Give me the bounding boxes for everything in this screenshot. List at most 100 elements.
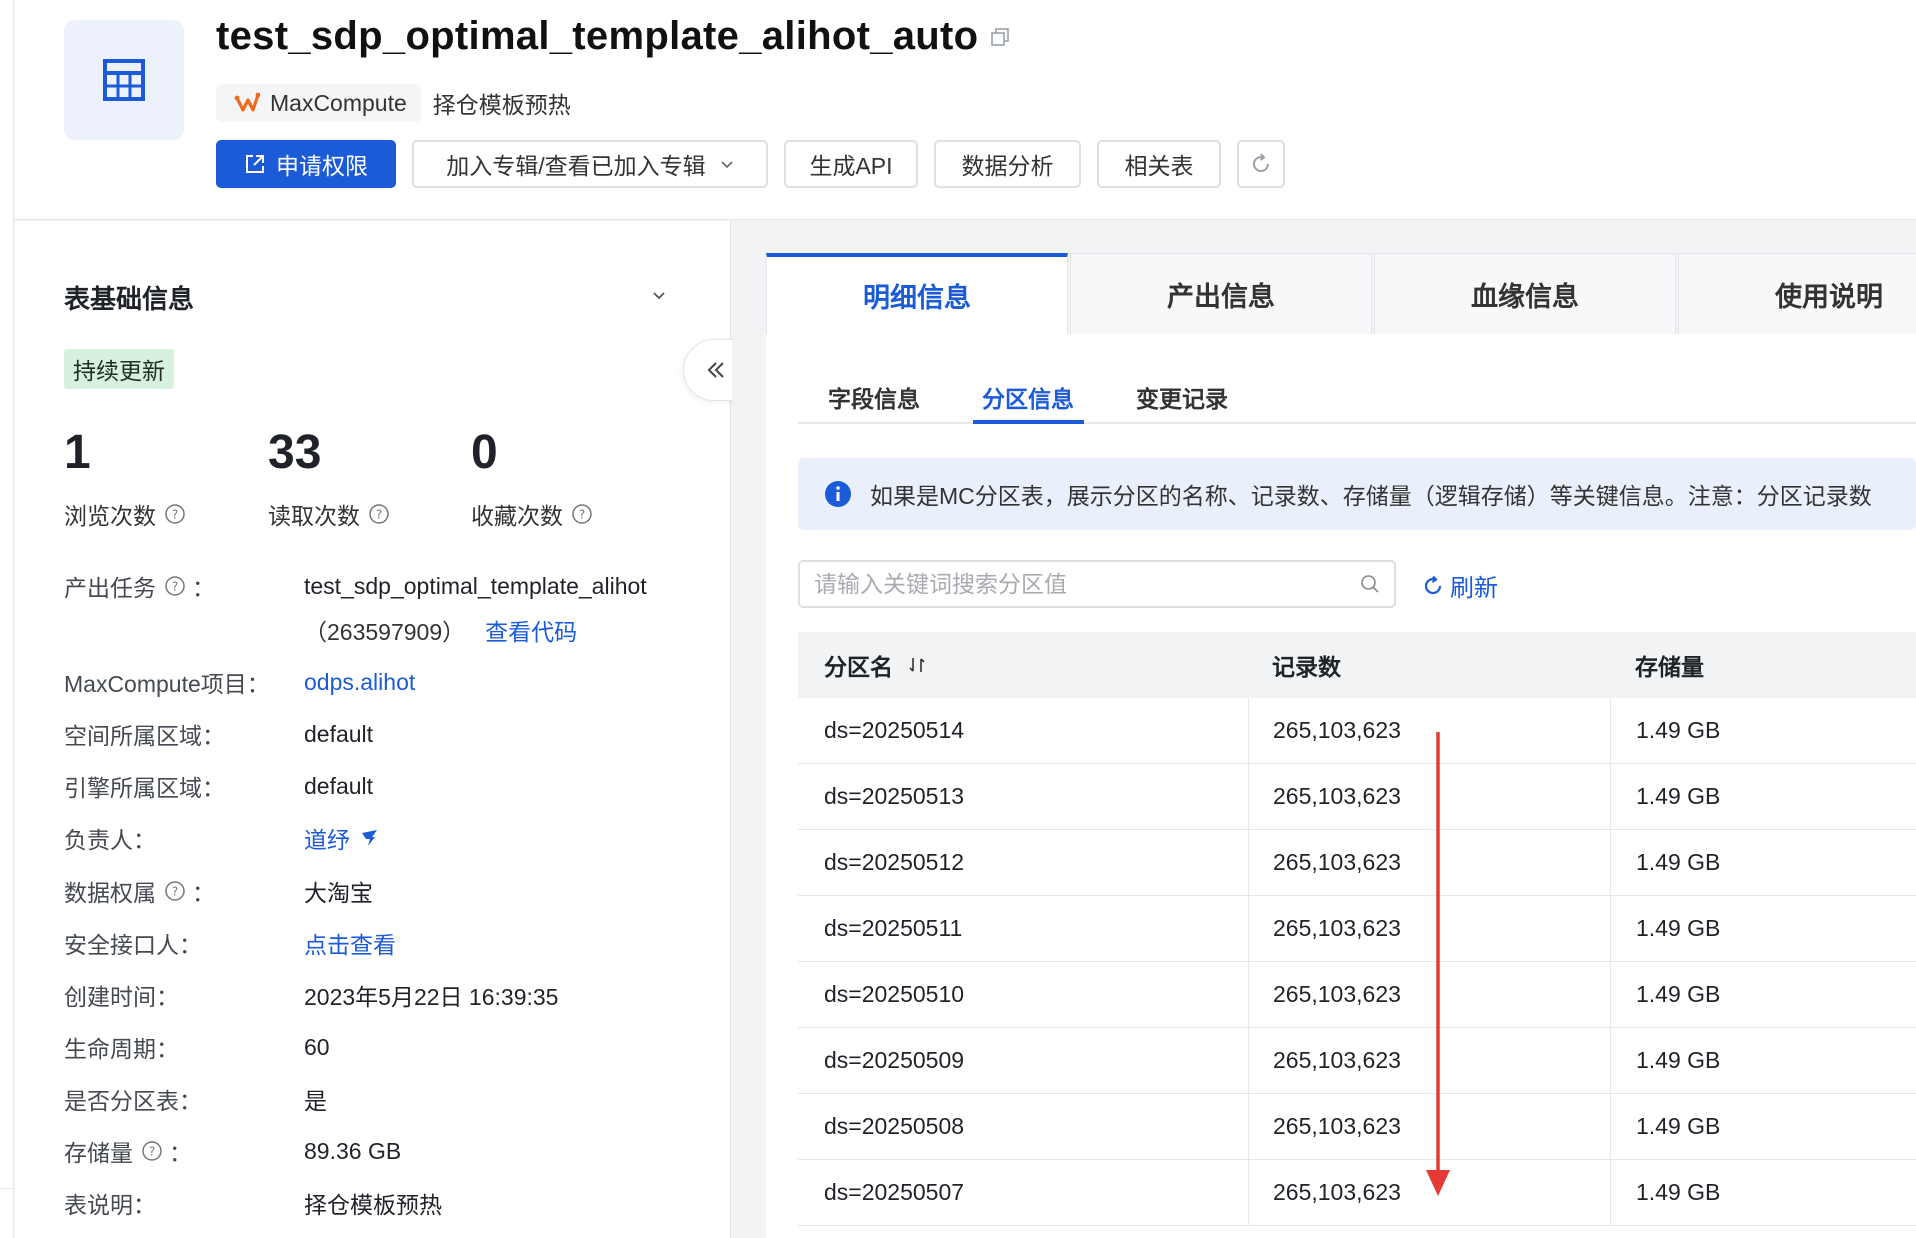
column-header-partition[interactable]: 分区名	[798, 648, 1248, 682]
info-security-contact: 安全接口人： 点击查看	[64, 926, 396, 960]
refresh-label: 刷新	[1450, 575, 1498, 602]
storage-size: 1.49 GB	[1610, 829, 1916, 896]
notice-text: 如果是MC分区表，展示分区的名称、记录数、存储量（逻辑存储）等关键信息。注意：分…	[870, 483, 1872, 509]
sub-tabs: 字段信息 分区信息 变更记录	[798, 334, 1916, 424]
subtab-partitions[interactable]: 分区信息	[952, 372, 1084, 424]
svg-text:?: ?	[172, 580, 178, 594]
info-output-task: 产出任务 ? ： test_sdp_optimal_template_aliho…	[64, 569, 647, 603]
search-icon[interactable]	[1360, 574, 1380, 594]
info-value: default	[304, 772, 374, 799]
storage-size: 1.49 GB	[1610, 1027, 1916, 1094]
info-owner: 负责人： 道纾	[64, 821, 380, 855]
info-icon	[825, 481, 851, 507]
storage-size: 1.49 GB	[1610, 895, 1916, 962]
help-icon[interactable]: ?	[571, 503, 593, 525]
info-description: 表说明： 择仓模板预热	[64, 1186, 442, 1220]
table-row: ds=20250508 265,103,623 1.49 GB	[798, 1093, 1916, 1160]
stat-views: 1 浏览次数 ?	[64, 429, 186, 531]
chevron-down-icon	[721, 161, 733, 169]
engine-label: MaxCompute	[270, 89, 407, 116]
storage-size: 1.49 GB	[1610, 1159, 1916, 1226]
stat-views-value: 1	[64, 426, 91, 479]
maxcompute-logo-icon	[234, 92, 260, 112]
help-icon[interactable]: ?	[164, 503, 186, 525]
column-header-records: 记录数	[1272, 654, 1341, 680]
info-key: 引擎所属区域：	[64, 775, 225, 801]
help-icon[interactable]: ?	[164, 880, 186, 902]
info-key: 负责人：	[64, 827, 156, 853]
refresh-link[interactable]: 刷新	[1422, 568, 1498, 603]
related-tables-label: 相关表	[1124, 153, 1194, 179]
refresh-icon	[1424, 575, 1442, 594]
owner-link[interactable]: 道纾	[304, 821, 350, 855]
partition-name: ds=20250509	[824, 1047, 965, 1073]
partition-name: ds=20250507	[824, 1179, 965, 1205]
table-header: test_sdp_optimal_template_alihot_auto Ma…	[15, 0, 1916, 220]
tab-lineage[interactable]: 血缘信息	[1374, 253, 1676, 335]
info-value: 是	[304, 1088, 327, 1114]
info-key: 数据权属	[64, 880, 156, 906]
data-analysis-button[interactable]: 数据分析	[934, 140, 1081, 188]
main-tabs: 明细信息 产出信息 血缘信息 使用说明	[766, 253, 1916, 335]
table-row: ds=20250511 265,103,623 1.49 GB	[798, 895, 1916, 962]
info-value: 大淘宝	[304, 880, 373, 906]
subtab-fields[interactable]: 字段信息	[798, 372, 928, 422]
subtab-changelog[interactable]: 变更记录	[1106, 372, 1236, 422]
storage-size: 1.49 GB	[1610, 1093, 1916, 1160]
double-chevron-left-icon	[707, 362, 724, 378]
stat-reads-label: 读取次数	[268, 503, 360, 529]
column-header-label: 分区名	[824, 654, 893, 680]
task-id: （263597909）	[304, 619, 466, 645]
help-icon[interactable]: ?	[164, 575, 186, 597]
generate-api-label: 生成API	[809, 153, 893, 179]
info-key: 表说明：	[64, 1192, 156, 1218]
info-notice: 如果是MC分区表，展示分区的名称、记录数、存储量（逻辑存储）等关键信息。注意：分…	[798, 458, 1916, 530]
info-key-colon: ：	[192, 575, 215, 601]
partition-name: ds=20250514	[824, 717, 965, 743]
help-icon[interactable]: ?	[368, 503, 390, 525]
storage-size: 1.49 GB	[1610, 763, 1916, 830]
apply-permission-button[interactable]: 申请权限	[216, 140, 396, 188]
info-data-owner: 数据权属 ? ： 大淘宝	[64, 874, 373, 908]
info-value: test_sdp_optimal_template_alihot	[304, 572, 647, 599]
stat-reads: 33 读取次数 ?	[268, 429, 390, 531]
related-tables-button[interactable]: 相关表	[1097, 140, 1221, 188]
table-grid-icon	[64, 20, 184, 140]
tab-output[interactable]: 产出信息	[1070, 253, 1372, 335]
dingtalk-icon[interactable]	[360, 828, 380, 848]
stat-favorites: 0 收藏次数 ?	[471, 429, 593, 531]
storage-size: 1.49 GB	[1610, 697, 1916, 764]
partition-name: ds=20250508	[824, 1113, 965, 1139]
column-header-size: 存储量	[1635, 654, 1704, 680]
info-output-task-line2: （263597909） 查看代码	[304, 613, 577, 647]
svg-text:?: ?	[376, 508, 382, 522]
view-code-link[interactable]: 查看代码	[485, 613, 577, 647]
table-row: ds=20250512 265,103,623 1.49 GB	[798, 829, 1916, 896]
detail-panel: 明细信息 产出信息 血缘信息 使用说明 字段信息 分区信息 变更记录 如果是MC…	[732, 221, 1916, 1238]
info-key: 创建时间：	[64, 984, 179, 1010]
info-lifecycle: 生命周期： 60	[64, 1030, 330, 1064]
partition-search-input[interactable]	[814, 570, 1360, 598]
tab-details[interactable]: 明细信息	[766, 253, 1068, 335]
project-link[interactable]: odps.alihot	[304, 669, 415, 696]
tab-content: 字段信息 分区信息 变更记录 如果是MC分区表，展示分区的名称、记录数、存储量（…	[766, 334, 1916, 1238]
annotation-arrow-icon	[1426, 732, 1450, 1196]
partition-name: ds=20250511	[824, 915, 963, 941]
help-icon[interactable]: ?	[141, 1140, 163, 1162]
stat-views-label: 浏览次数	[64, 503, 156, 529]
tab-usage[interactable]: 使用说明	[1678, 253, 1916, 335]
apply-permission-label: 申请权限	[276, 153, 368, 179]
info-key: 产出任务	[64, 575, 156, 601]
security-contact-link[interactable]: 点击查看	[304, 926, 396, 960]
info-key: MaxCompute项目：	[64, 671, 270, 697]
info-space-region: 空间所属区域： default	[64, 717, 373, 751]
engine-tag: MaxCompute	[216, 84, 421, 122]
svg-text:?: ?	[172, 508, 178, 522]
info-key: 生命周期：	[64, 1036, 179, 1062]
copy-icon[interactable]	[990, 27, 1010, 52]
header-refresh-button[interactable]	[1237, 140, 1285, 188]
generate-api-button[interactable]: 生成API	[784, 140, 918, 188]
chevron-down-icon[interactable]	[651, 287, 667, 303]
add-album-dropdown[interactable]: 加入专辑/查看已加入专辑	[412, 140, 768, 188]
table-row: ds=20250507 265,103,623 1.49 GB	[798, 1159, 1916, 1226]
